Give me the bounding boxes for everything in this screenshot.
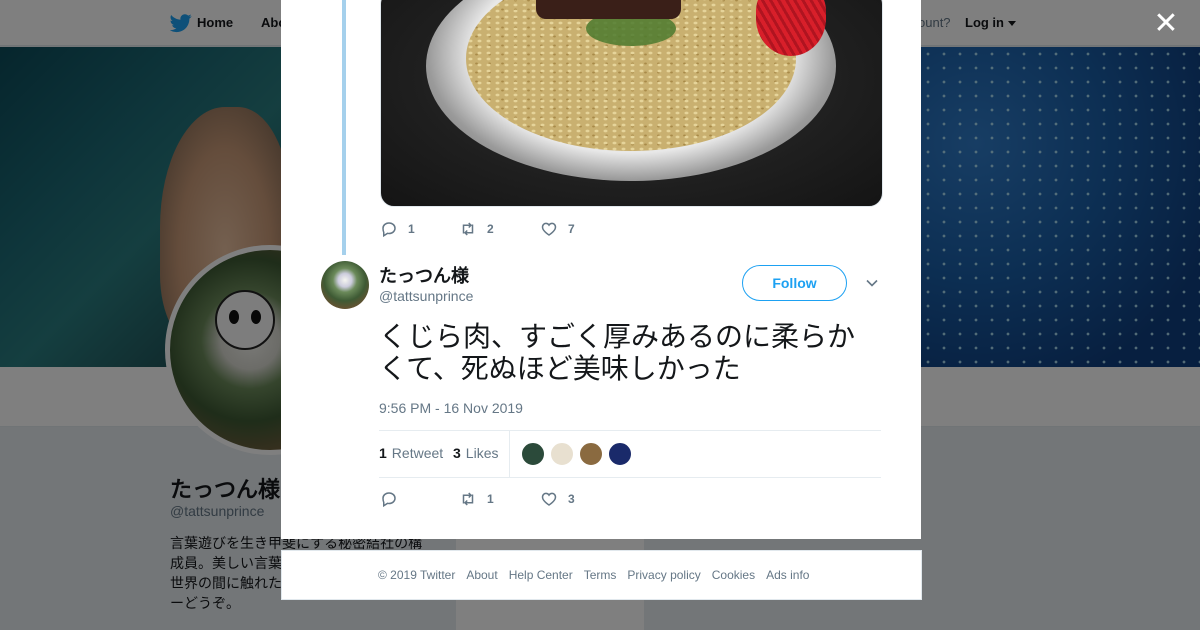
tweet-actions: 1 3 (380, 489, 680, 509)
footer-link[interactable]: Cookies (712, 568, 755, 582)
retweet-icon (462, 492, 474, 506)
retweets-number: 1 (379, 445, 387, 461)
reply-button[interactable]: 1 (380, 219, 415, 239)
likes-number: 3 (453, 445, 461, 461)
retweet-count: 1 (487, 492, 494, 506)
liker-avatar[interactable] (550, 442, 574, 466)
thread-connector-line (342, 0, 346, 255)
footer-link[interactable]: Ads info (766, 568, 809, 582)
modal-footer: © 2019 Twitter About Help Center Terms Priva… (281, 550, 922, 600)
stats-divider (509, 431, 510, 477)
retweets-label: Retweet (391, 445, 444, 461)
tweet-photo[interactable] (380, 0, 883, 207)
heart-icon (541, 492, 557, 506)
follow-button[interactable]: Follow (742, 265, 847, 301)
previous-tweet-actions: 1 2 7 (380, 219, 680, 239)
tweet-text: くじら肉、すごく厚みあるのに柔らかくて、死ぬほど美味しかった (379, 320, 856, 385)
tweet-modal: 1 2 7 たっつん様 @tattsunprince Follow くじら肉、す… (281, 0, 921, 539)
retweet-count: 2 (487, 222, 494, 236)
like-count: 7 (568, 222, 575, 236)
retweet-icon (462, 222, 474, 236)
footer-link: © 2019 Twitter (378, 568, 456, 582)
tweet-stats: 1 Retweet 3 Likes (379, 430, 881, 478)
reply-button[interactable] (380, 489, 408, 509)
like-button[interactable]: 7 (540, 219, 575, 239)
chevron-down-icon[interactable] (866, 277, 878, 289)
footer-link[interactable]: Privacy policy (627, 568, 700, 582)
liker-avatar[interactable] (521, 442, 545, 466)
whale-meat-shape (536, 0, 681, 19)
likes-stat[interactable]: 3 Likes (453, 445, 498, 461)
liker-avatar[interactable] (579, 442, 603, 466)
retweet-button[interactable]: 1 (459, 489, 494, 509)
reply-count: 1 (408, 222, 415, 236)
liker-avatar[interactable] (608, 442, 632, 466)
footer-link[interactable]: About (466, 568, 497, 582)
footer-links: © 2019 Twitter About Help Center Terms Priva… (378, 568, 820, 582)
reply-icon (382, 222, 396, 238)
footer-link[interactable]: Terms (584, 568, 617, 582)
likes-label: Likes (465, 445, 499, 461)
retweet-button[interactable]: 2 (459, 219, 494, 239)
reply-icon (382, 492, 396, 508)
footer-link[interactable]: Help Center (509, 568, 573, 582)
tweet-timestamp[interactable]: 9:56 PM - 16 Nov 2019 (379, 400, 523, 416)
author-name[interactable]: たっつん様 (379, 262, 469, 288)
like-count: 3 (568, 492, 575, 506)
retweets-stat[interactable]: 1 Retweet (379, 445, 443, 461)
like-button[interactable]: 3 (540, 489, 575, 509)
heart-icon (541, 222, 557, 236)
author-avatar[interactable] (321, 261, 369, 309)
close-icon[interactable]: ✕ (1152, 9, 1180, 39)
author-handle[interactable]: @tattsunprince (379, 288, 473, 304)
